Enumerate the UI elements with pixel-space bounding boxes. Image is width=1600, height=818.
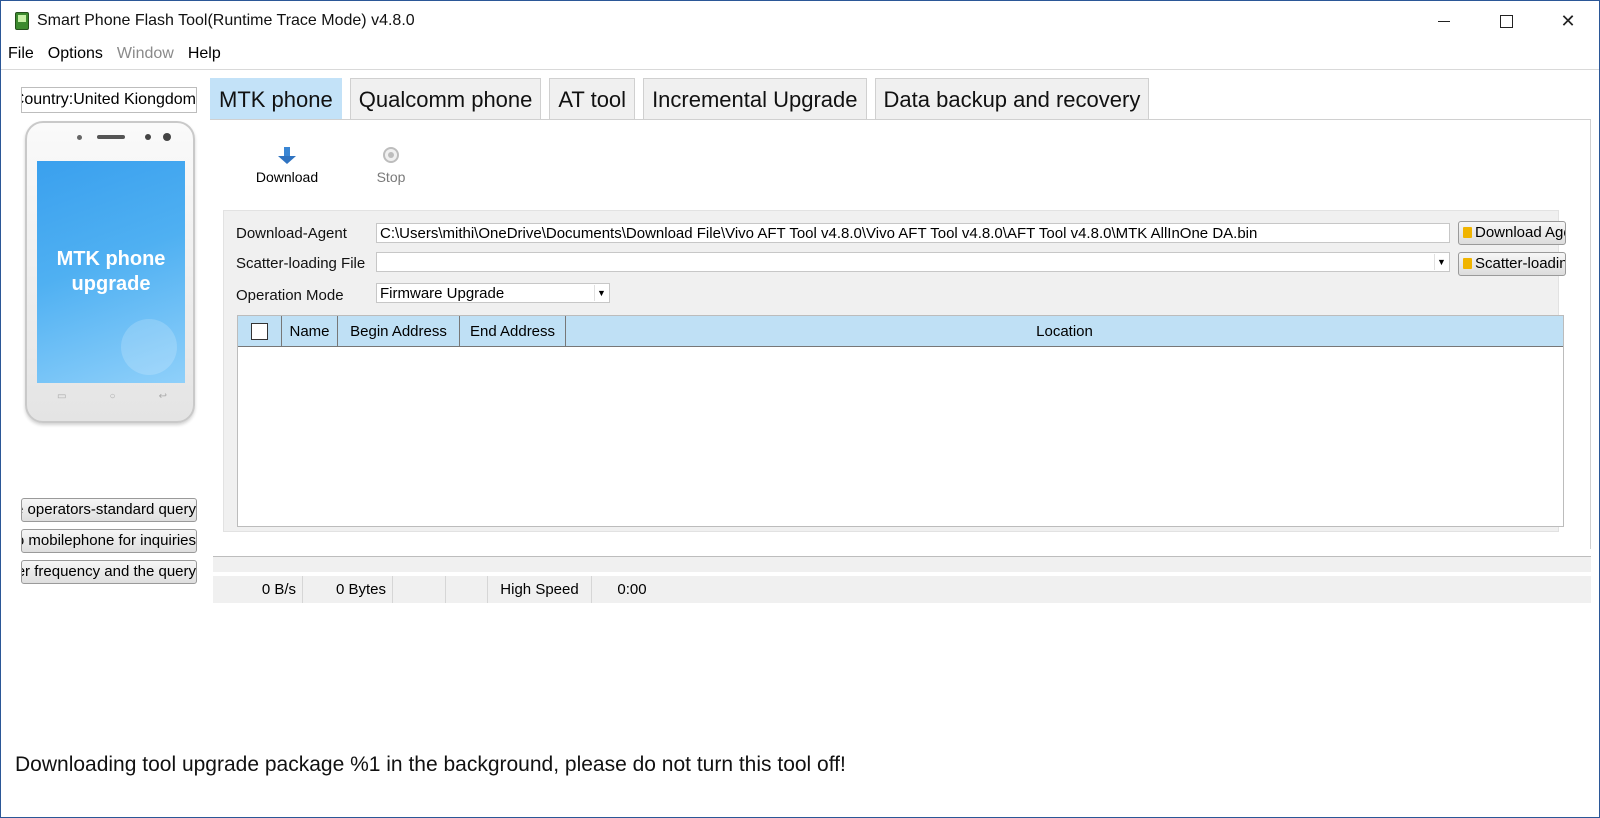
scatter-file-label: Scatter-loading File (236, 255, 366, 272)
tab-divider (210, 119, 1591, 120)
download-arrow-icon (278, 147, 296, 165)
operation-mode-value: Firmware Upgrade (380, 285, 505, 302)
folder-icon (1463, 227, 1472, 238)
country-text: Country:United Kiongdom (21, 91, 196, 108)
select-all-header (238, 316, 282, 346)
table-header: Name Begin Address End Address Location (238, 316, 1563, 347)
phone-camera-icon (163, 133, 171, 141)
menu-help[interactable]: Help (181, 43, 228, 67)
minimize-icon (1438, 20, 1450, 22)
scatter-loading-button[interactable]: Scatter-loading (1458, 252, 1566, 276)
folder-icon (1463, 258, 1472, 269)
download-agent-button[interactable]: Download Agent (1458, 221, 1566, 245)
close-button[interactable]: ✕ (1545, 5, 1591, 37)
tab-bar: MTK phone Qualcomm phone AT tool Increme… (210, 78, 1150, 120)
tab-qualcomm-phone[interactable]: Qualcomm phone (349, 78, 542, 120)
download-agent-button-label: Download Agent (1475, 224, 1565, 241)
column-header-end-address[interactable]: End Address (460, 316, 566, 346)
status-cell (446, 576, 488, 603)
phone-screen-line2: upgrade (71, 273, 151, 295)
download-agent-field[interactable]: C:\Users\mithi\OneDrive\Documents\Downlo… (376, 223, 1450, 243)
phone-sensor-icon (77, 135, 82, 140)
vivo-inquiry-label: Vivo mobilephone for inquiries (22, 532, 196, 549)
status-bar: 0 B/s 0 Bytes High Speed 0:00 (213, 576, 1591, 603)
tab-data-backup[interactable]: Data backup and recovery (874, 78, 1150, 120)
menu-window[interactable]: Window (110, 43, 181, 67)
chevron-down-icon[interactable]: ▼ (594, 285, 608, 301)
partition-table: Name Begin Address End Address Location (237, 315, 1564, 527)
status-cell (393, 576, 446, 603)
scatter-loading-button-label: Scatter-loading (1475, 255, 1566, 272)
column-header-location[interactable]: Location (566, 316, 1563, 346)
column-header-begin-address[interactable]: Begin Address (338, 316, 460, 346)
phone-screen-line1: MTK phone (56, 248, 166, 270)
stop-label: Stop (376, 169, 406, 185)
download-label: Download (255, 169, 319, 185)
menu-key-icon: ▭ (57, 391, 67, 402)
app-logo-icon (15, 12, 29, 30)
content-border (1590, 119, 1591, 549)
back-key-icon: ↩ (158, 391, 167, 402)
window-title: Smart Phone Flash Tool(Runtime Trace Mod… (37, 12, 415, 29)
app-window: Smart Phone Flash Tool(Runtime Trace Mod… (0, 0, 1600, 818)
menu-divider (1, 69, 1599, 70)
download-button[interactable]: Download (251, 147, 323, 185)
home-key-icon: ○ (109, 391, 116, 402)
vivo-inquiry-button[interactable]: Vivo mobilephone for inquiries (21, 529, 197, 553)
download-agent-label: Download-Agent (236, 225, 347, 242)
background-download-message: Downloading tool upgrade package %1 in t… (15, 753, 846, 776)
country-field[interactable]: Country:United Kiongdom (21, 87, 197, 113)
phone-sensor-icon (145, 134, 151, 140)
stop-button[interactable]: Stop (369, 147, 413, 185)
phone-speaker-icon (97, 135, 125, 139)
phone-illustration: MTK phone upgrade ▭ ○ ↩ (25, 121, 195, 423)
progress-bar (213, 556, 1591, 572)
maximize-icon (1499, 14, 1513, 28)
status-time: 0:00 (617, 581, 647, 598)
carrier-frequency-button[interactable]: Carrier frequency and the query (21, 560, 197, 584)
operation-mode-label: Operation Mode (236, 287, 344, 304)
menu-file[interactable]: File (1, 43, 41, 67)
column-header-name[interactable]: Name (282, 316, 338, 346)
tab-mtk-phone[interactable]: MTK phone (210, 78, 342, 120)
minimize-button[interactable] (1421, 5, 1467, 37)
chevron-down-icon[interactable]: ▼ (1434, 254, 1448, 270)
stop-icon (383, 147, 399, 163)
status-bytes: 0 Bytes (303, 576, 393, 603)
maximize-button[interactable] (1483, 5, 1529, 37)
status-mode: High Speed (488, 576, 592, 603)
phone-screen: MTK phone upgrade (37, 161, 185, 383)
close-icon: ✕ (1560, 10, 1576, 31)
phone-screen-label: MTK phone upgrade (57, 247, 166, 297)
scatter-file-combobox[interactable]: ▼ (376, 252, 1450, 272)
tab-at-tool[interactable]: AT tool (549, 78, 636, 120)
operators-query-button[interactable]: Mobile operators-standard query (21, 498, 197, 522)
status-speed: 0 B/s (213, 576, 303, 603)
tab-incremental-upgrade[interactable]: Incremental Upgrade (643, 78, 867, 120)
phone-nav-keys: ▭ ○ ↩ (57, 391, 167, 402)
operation-mode-select[interactable]: Firmware Upgrade ▼ (376, 283, 610, 303)
phone-screen-decoration (121, 319, 177, 375)
title-bar: Smart Phone Flash Tool(Runtime Trace Mod… (1, 1, 1599, 41)
operators-query-label: Mobile operators-standard query (22, 501, 196, 518)
select-all-checkbox[interactable] (251, 322, 268, 340)
menu-options[interactable]: Options (41, 43, 110, 67)
carrier-frequency-label: Carrier frequency and the query (22, 563, 196, 580)
menu-bar: File Options Window Help (1, 43, 228, 67)
